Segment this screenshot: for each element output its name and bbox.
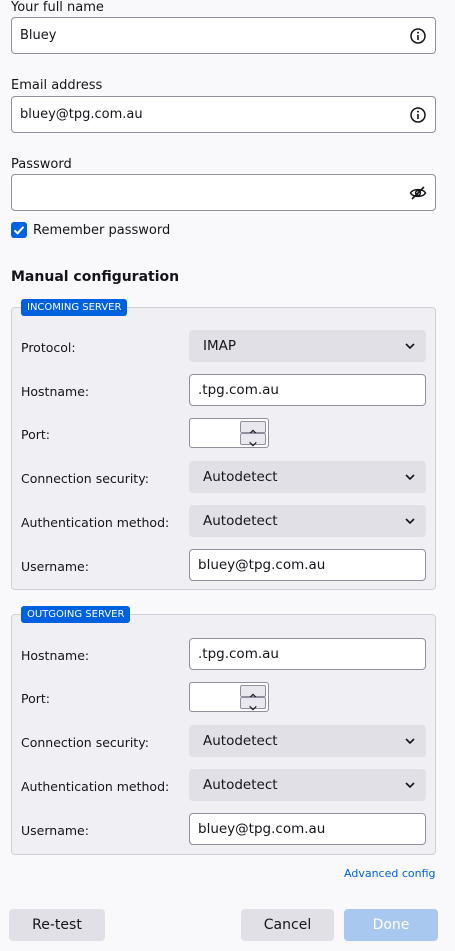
- chevron-down-icon: [405, 474, 415, 481]
- port-increment-button[interactable]: [240, 685, 266, 699]
- incoming-port-input[interactable]: [189, 418, 269, 448]
- incoming-security-value: Autodetect: [203, 469, 278, 485]
- outgoing-auth-label: Authentication method:: [21, 779, 170, 794]
- advanced-config-link[interactable]: Advanced config: [344, 867, 436, 880]
- chevron-down-icon: [405, 518, 415, 525]
- name-label: Your full name: [11, 0, 104, 15]
- outgoing-security-value: Autodetect: [203, 733, 278, 749]
- checkmark-icon: [13, 226, 25, 235]
- remember-password-label: Remember password: [33, 223, 171, 238]
- incoming-username-value: bluey@tpg.com.au: [198, 557, 326, 573]
- outgoing-hostname-value: .tpg.com.au: [198, 646, 279, 662]
- incoming-security-select[interactable]: Autodetect: [189, 461, 426, 493]
- outgoing-server-badge: OUTGOING SERVER: [21, 606, 131, 623]
- password-label: Password: [11, 157, 72, 172]
- outgoing-username-value: bluey@tpg.com.au: [198, 821, 326, 837]
- incoming-hostname-input[interactable]: .tpg.com.au: [189, 374, 426, 406]
- chevron-down-icon: [249, 705, 257, 711]
- incoming-username-label: Username:: [21, 559, 89, 574]
- retest-button[interactable]: Re-test: [9, 909, 105, 941]
- name-field[interactable]: Bluey: [11, 17, 436, 54]
- protocol-select[interactable]: IMAP: [189, 330, 426, 362]
- outgoing-username-label: Username:: [21, 823, 89, 838]
- eye-slash-icon[interactable]: [409, 184, 427, 202]
- outgoing-auth-select[interactable]: Autodetect: [189, 769, 426, 801]
- incoming-auth-value: Autodetect: [203, 513, 278, 529]
- outgoing-hostname-label: Hostname:: [21, 648, 90, 663]
- port-decrement-button[interactable]: [240, 433, 266, 447]
- manual-config-title: Manual configuration: [11, 269, 180, 285]
- protocol-value: IMAP: [203, 338, 237, 354]
- password-field[interactable]: [11, 174, 436, 211]
- protocol-label: Protocol:: [21, 340, 76, 355]
- name-value: Bluey: [20, 28, 57, 43]
- done-button[interactable]: Done: [344, 909, 438, 941]
- incoming-username-input[interactable]: bluey@tpg.com.au: [189, 549, 426, 581]
- incoming-hostname-value: .tpg.com.au: [198, 382, 279, 398]
- outgoing-auth-value: Autodetect: [203, 777, 278, 793]
- outgoing-port-input[interactable]: [189, 682, 269, 712]
- outgoing-port-label: Port:: [21, 691, 50, 706]
- incoming-auth-select[interactable]: Autodetect: [189, 505, 426, 537]
- incoming-hostname-label: Hostname:: [21, 384, 90, 399]
- outgoing-security-label: Connection security:: [21, 735, 149, 750]
- chevron-down-icon: [249, 441, 257, 447]
- incoming-auth-label: Authentication method:: [21, 515, 170, 530]
- incoming-port-label: Port:: [21, 427, 50, 442]
- chevron-down-icon: [405, 343, 415, 350]
- info-icon[interactable]: [409, 106, 427, 124]
- email-label: Email address: [11, 78, 103, 93]
- email-field[interactable]: bluey@tpg.com.au: [11, 96, 436, 133]
- port-increment-button[interactable]: [240, 421, 266, 435]
- incoming-server-badge: INCOMING SERVER: [21, 299, 128, 316]
- port-decrement-button[interactable]: [240, 697, 266, 711]
- info-icon[interactable]: [409, 27, 427, 45]
- outgoing-hostname-input[interactable]: .tpg.com.au: [189, 638, 426, 670]
- chevron-down-icon: [405, 738, 415, 745]
- cancel-button[interactable]: Cancel: [241, 909, 334, 941]
- email-value: bluey@tpg.com.au: [20, 107, 143, 122]
- outgoing-security-select[interactable]: Autodetect: [189, 725, 426, 757]
- chevron-down-icon: [405, 782, 415, 789]
- incoming-security-label: Connection security:: [21, 471, 149, 486]
- outgoing-username-input[interactable]: bluey@tpg.com.au: [189, 813, 426, 845]
- remember-password-checkbox[interactable]: [11, 222, 27, 238]
